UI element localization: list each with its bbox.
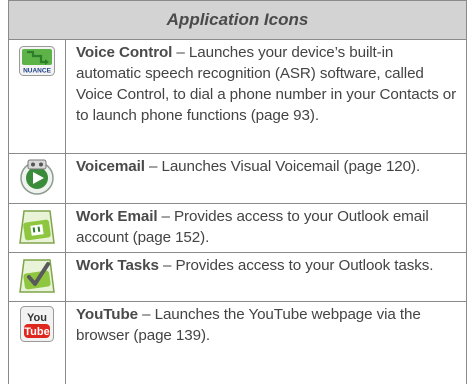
separator: – bbox=[138, 306, 155, 323]
application-icons-table: Application Icons NUANCE Voice Control –… bbox=[8, 0, 467, 384]
app-description: Provides access to your Outlook tasks. bbox=[175, 257, 434, 274]
table-header-title: Application Icons bbox=[166, 10, 309, 29]
app-name: Work Email bbox=[76, 208, 158, 225]
app-description: Launches Visual Voicemail (page 120). bbox=[161, 158, 421, 175]
app-name: Work Tasks bbox=[76, 257, 159, 274]
row-text: Voice Control – Launches your device’s b… bbox=[66, 40, 466, 153]
table-row: Voicemail – Launches Visual Voicemail (p… bbox=[8, 154, 467, 204]
voicemail-icon bbox=[20, 159, 54, 195]
separator: – bbox=[144, 158, 162, 175]
table-row: Work Email – Provides access to your Out… bbox=[8, 204, 467, 253]
app-name: Voicemail bbox=[76, 158, 145, 175]
separator: – bbox=[158, 257, 176, 274]
work-tasks-icon bbox=[19, 259, 55, 293]
icon-cell: You Tube bbox=[9, 302, 66, 384]
icon-cell: NUANCE bbox=[9, 40, 66, 153]
app-name: YouTube bbox=[76, 306, 139, 323]
row-text: YouTube – Launches the YouTube webpage v… bbox=[66, 302, 466, 384]
youtube-icon: You Tube bbox=[20, 306, 54, 342]
nuance-voice-control-icon: NUANCE bbox=[19, 46, 55, 76]
table-header: Application Icons bbox=[8, 0, 467, 40]
row-text: Work Email – Provides access to your Out… bbox=[66, 204, 466, 252]
app-name: Voice Control bbox=[76, 44, 173, 61]
row-text: Work Tasks – Provides access to your Out… bbox=[66, 253, 466, 301]
icon-cell bbox=[9, 154, 66, 203]
table-row: NUANCE Voice Control – Launches your dev… bbox=[8, 40, 467, 154]
row-text: Voicemail – Launches Visual Voicemail (p… bbox=[66, 154, 466, 203]
separator: – bbox=[172, 44, 189, 61]
icon-cell bbox=[9, 253, 66, 301]
table-row: You Tube YouTube – Launches the YouTube … bbox=[8, 302, 467, 384]
youtube-logo-you: You bbox=[27, 312, 47, 324]
separator: – bbox=[157, 208, 175, 225]
youtube-logo-tube: Tube bbox=[24, 326, 49, 338]
work-email-icon bbox=[19, 210, 55, 244]
icon-cell bbox=[9, 204, 66, 252]
nuance-logo-text: NUANCE bbox=[23, 68, 51, 75]
table-row: Work Tasks – Provides access to your Out… bbox=[8, 253, 467, 302]
